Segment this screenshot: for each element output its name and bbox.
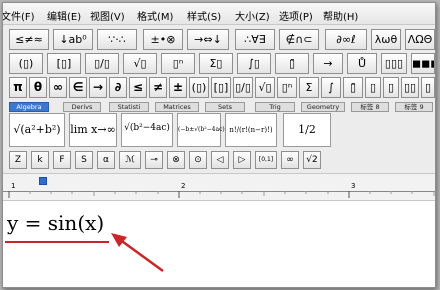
logic-button[interactable]: ∴∀∃	[235, 29, 275, 50]
template-pythagoras[interactable]: √(a²+b²)	[9, 113, 65, 147]
partial-button[interactable]: ∂	[109, 77, 127, 98]
ruler: 1 2 3	[3, 173, 435, 201]
arrows-button[interactable]: →⇔↓	[187, 29, 229, 50]
multimap-button[interactable]: ⊸	[145, 151, 163, 169]
radical-template-button[interactable]: √▯	[123, 53, 157, 74]
sum-button[interactable]: Σ	[299, 77, 319, 98]
box-button-4[interactable]: ▯	[421, 77, 435, 98]
box-button-3[interactable]: ▯▯	[401, 77, 419, 98]
fraction-template-button[interactable]: ▯/▯	[85, 53, 119, 74]
style-alpha-button[interactable]: α	[97, 151, 115, 169]
ruler-number: 3	[351, 182, 356, 190]
overbar-button[interactable]: ▯̄	[343, 77, 363, 98]
superscript-button[interactable]: ▯ⁿ	[277, 77, 297, 98]
tab-sets[interactable]: Sets	[205, 102, 245, 112]
template-combination-label: n!/(r!(n−r)!)	[229, 126, 273, 134]
template-pythagoras-label: √(a²+b²)	[13, 123, 61, 136]
ruler-number: 1	[11, 182, 16, 190]
theta-button[interactable]: θ	[29, 77, 47, 98]
template-discriminant[interactable]: √(b²−4ac)	[121, 113, 173, 147]
tab-label-8[interactable]: 标签 8	[351, 102, 389, 112]
tab-geometry[interactable]: Geometry	[301, 102, 345, 112]
fraction-button[interactable]: ▯/▯	[233, 77, 253, 98]
style-script-button[interactable]: ℳ	[119, 151, 141, 169]
operators-button[interactable]: ±•⊗	[143, 29, 183, 50]
tab-matrices[interactable]: Matrices	[155, 102, 199, 112]
style-s-button[interactable]: S	[75, 151, 93, 169]
integral-template-button[interactable]: ∫▯	[237, 53, 271, 74]
spaces-button[interactable]: ↓ab⁰	[53, 29, 93, 50]
greek-lower-button[interactable]: λωθ	[371, 29, 401, 50]
greek-upper-button[interactable]: ΛΩΘ	[405, 29, 435, 50]
matrix-template-button[interactable]: ▯▯▯	[381, 53, 407, 74]
tab-statistics[interactable]: Statisti	[109, 102, 149, 112]
box-button-2[interactable]: ▯	[383, 77, 399, 98]
menu-view[interactable]: 视图(V)	[90, 8, 125, 23]
right-triangle-button[interactable]: ▷	[233, 151, 251, 169]
tab-derivs[interactable]: Derivs	[63, 102, 101, 112]
bracket-template-button[interactable]: [▯]	[47, 53, 81, 74]
template-limit-label: lim x→∞	[70, 123, 116, 136]
equation-editor-window: 文件(F) 编辑(E) 视图(V) 格式(M) 样式(S) 大小(Z) 选项(P…	[2, 2, 436, 288]
less-equal-button[interactable]: ≤	[129, 77, 147, 98]
infinity-button[interactable]: ∞	[49, 77, 67, 98]
embellishments-button[interactable]: ∵·∴	[97, 29, 137, 50]
odot-button[interactable]: ⊙	[189, 151, 207, 169]
menu-format[interactable]: 格式(M)	[137, 8, 173, 23]
not-equal-button[interactable]: ≠	[149, 77, 167, 98]
annotation-arrow-icon	[111, 233, 164, 273]
fence-template-button[interactable]: (▯)	[9, 53, 43, 74]
product-template-button[interactable]: Ů	[347, 53, 377, 74]
right-arrow-button[interactable]: →	[89, 77, 107, 98]
integral-button[interactable]: ∫	[321, 77, 341, 98]
style-z-button[interactable]: Z	[9, 151, 27, 169]
summation-template-button[interactable]: Σ▯	[199, 53, 233, 74]
menu-edit[interactable]: 编辑(E)	[47, 8, 81, 23]
set-theory-button[interactable]: ∉∩⊂	[279, 29, 319, 50]
paren-button[interactable]: (▯)	[189, 77, 209, 98]
template-half-label: 1/2	[298, 123, 316, 136]
menu-bar: 文件(F) 编辑(E) 视图(V) 格式(M) 样式(S) 大小(Z) 选项(P…	[3, 3, 435, 25]
symbol-palette: ≤≠≈ ↓ab⁰ ∵·∴ ±•⊗ →⇔↓ ∴∀∃ ∉∩⊂ ∂∞ℓ λωθ ΛΩΘ…	[3, 25, 435, 173]
template-limit[interactable]: lim x→∞	[69, 113, 117, 147]
style-k-button[interactable]: k	[31, 151, 49, 169]
tab-trig[interactable]: Trig	[255, 102, 295, 112]
sqrt2-button[interactable]: √2	[303, 151, 321, 169]
template-combination[interactable]: n!/(r!(n−r)!)	[225, 113, 277, 147]
ruler-number: 2	[181, 182, 186, 190]
equation-editing-area[interactable]: y = sin(x)	[3, 201, 435, 287]
plus-minus-button[interactable]: ±	[169, 77, 187, 98]
style-f-button[interactable]: F	[53, 151, 71, 169]
menu-size[interactable]: 大小(Z)	[235, 8, 270, 23]
template-quadratic[interactable]: (−b±√(b²−4ac))/2a	[177, 113, 237, 147]
menu-style[interactable]: 样式(S)	[187, 8, 221, 23]
menu-options[interactable]: 选项(P)	[279, 8, 313, 23]
template-quadratic-label: (−b±√(b²−4ac))/2a	[178, 126, 237, 133]
script-template-button[interactable]: ▯ⁿ	[161, 53, 195, 74]
tab-label-9[interactable]: 标签 9	[395, 102, 433, 112]
misc-symbols-button[interactable]: ∂∞ℓ	[325, 29, 367, 50]
palette-tabs: Algebra Derivs Statisti Matrices Sets Tr…	[9, 102, 435, 112]
sqrt-button[interactable]: √▯	[255, 77, 275, 98]
tab-algebra[interactable]: Algebra	[9, 102, 49, 112]
menu-file[interactable]: 文件(F)	[3, 8, 35, 23]
ruler-ticks	[8, 191, 435, 198]
pi-button[interactable]: π	[9, 77, 27, 98]
infinity-small-button[interactable]: ∞	[281, 151, 299, 169]
bar-template-button[interactable]: ▯̄	[275, 53, 309, 74]
otimes-button[interactable]: ⊗	[167, 151, 185, 169]
arrow-template-button[interactable]: →	[313, 53, 343, 74]
element-of-button[interactable]: ∈	[69, 77, 87, 98]
template-half[interactable]: 1/2	[283, 113, 331, 147]
matrix-large-template-button[interactable]: ◼◼◼	[411, 53, 435, 74]
menu-help[interactable]: 帮助(H)	[323, 8, 358, 23]
box-button-1[interactable]: ▯	[365, 77, 381, 98]
template-discriminant-label: √(b²−4ac)	[124, 123, 170, 133]
interval-button[interactable]: [0,1]	[255, 151, 277, 169]
left-triangle-button[interactable]: ◁	[211, 151, 229, 169]
relations-button[interactable]: ≤≠≈	[9, 29, 49, 50]
square-bracket-button[interactable]: [▯]	[211, 77, 231, 98]
